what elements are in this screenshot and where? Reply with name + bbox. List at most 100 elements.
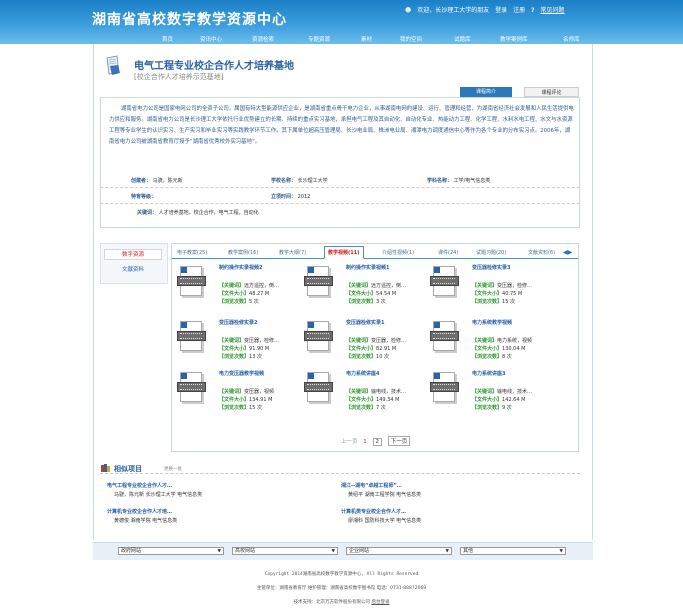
views-value: 5 次 [249, 299, 259, 305]
resource-item[interactable]: 变压器检修实录1 【关键词】变压器，检修… 【文件大小】82.91 M 【浏览次数】1… [304, 318, 430, 363]
nav-search[interactable]: 资源检索 [252, 35, 274, 43]
similar-item[interactable]: 计算机类专业校企合作人才… 廖湘科 国防科技大学 电气信息类 [338, 508, 570, 534]
register-link[interactable]: 注册 [513, 7, 525, 14]
video-file-icon[interactable] [177, 369, 206, 405]
similar-item-title[interactable]: 电气工程专业校企合作人才… [107, 482, 172, 489]
video-file-icon[interactable] [304, 318, 333, 354]
views-value: 9 次 [502, 405, 512, 411]
similar-item-title[interactable]: 计算机类专业校企合作人才… [341, 508, 406, 515]
resource-item[interactable]: 电力系统讲座3 【关键词】输电线，技术… 【文件大小】142.64 M 【浏览次数】9… [430, 369, 556, 414]
creator-value: 马骁，陈元新 [152, 178, 183, 184]
similar-item[interactable]: 湘江--湖电“卓越工程师”… 黄绍平 湖南工程学院 电气信息类 [338, 482, 570, 508]
resource-item[interactable]: 电力系统教学视频 【关键词】电力系统，视频 【文件大小】130.04 M 【浏览次数】… [430, 318, 556, 363]
resource-title[interactable]: 电力系统讲座4 [346, 370, 379, 377]
resource-keywords: 【关键词】变压器，检修… [472, 282, 532, 289]
video-file-icon[interactable] [304, 263, 333, 299]
resource-item[interactable]: 电力系统讲座4 【关键词】输电线，技术… 【文件大小】149.34 M 【浏览次数】7… [304, 369, 430, 414]
admin-login-link[interactable]: 后台登录 [371, 600, 389, 605]
size-value: 130.04 M [502, 346, 526, 352]
kw-label: 【关键词】 [346, 338, 372, 344]
tab-intro[interactable]: 课程简介 [460, 87, 512, 97]
nav-cases[interactable]: 教学案例库 [500, 35, 528, 43]
site-logo[interactable]: 湖南省高校数字教学资源中心 [92, 9, 287, 29]
select-univ[interactable]: 高校网站 ▼ [232, 547, 338, 555]
resource-views: 【浏览次数】15 次 [472, 298, 515, 305]
nav-home[interactable]: 首页 [162, 35, 173, 43]
select-corp[interactable]: 企业网站 ▼ [346, 547, 452, 555]
views-label: 【浏览次数】 [472, 354, 503, 360]
rtab-video[interactable]: 教学视频(11) [324, 246, 364, 259]
similar-change[interactable]: 更换一批 [164, 466, 182, 472]
rtab-lecture[interactable]: 电子教案(25) [177, 249, 207, 256]
resource-title[interactable]: 变压器检修实录1 [346, 319, 384, 326]
resource-item[interactable]: 制约操作实录视频2 【关键词】远方遥控，倒… 【文件大小】48.27 M 【浏览次数】… [177, 263, 303, 308]
select-gov[interactable]: 政府网站 ▼ [118, 547, 224, 555]
resource-title[interactable]: 电力系统讲座3 [472, 370, 505, 377]
next-page[interactable]: 下一页 [387, 436, 411, 446]
similar-item-title[interactable]: 计算机专业校企合作人才培… [107, 508, 172, 515]
resource-title[interactable]: 变压器检修实录2 [219, 319, 257, 326]
rtab-exercises[interactable]: 试题习题(20) [476, 249, 506, 256]
resource-item[interactable]: 变压器检修实录3 【关键词】变压器，检修… 【文件大小】40.75 M 【浏览次数】1… [430, 263, 556, 308]
video-file-icon[interactable] [304, 369, 333, 405]
left-item-digital[interactable]: 数字资源 [104, 249, 162, 260]
video-file-icon[interactable] [430, 263, 459, 299]
resource-size: 【文件大小】48.27 M [219, 290, 269, 297]
nav-exams[interactable]: 试题库 [454, 35, 471, 43]
rtab-literature[interactable]: 文献资料(6) [528, 249, 555, 256]
resource-views: 【浏览次数】5 次 [219, 298, 259, 305]
page-1[interactable]: 1 [363, 439, 367, 445]
video-file-icon[interactable] [430, 318, 459, 354]
similar-item[interactable]: 计算机专业校企合作人才培… 黄德俊 湘南学院 电气信息类 [104, 508, 336, 534]
resource-views: 【浏览次数】10 次 [346, 353, 389, 360]
kw-label: 【关键词】 [346, 389, 372, 395]
pagination: 上一页 1 2 下一页 [341, 436, 414, 446]
views-label: 【浏览次数】 [472, 405, 503, 411]
nav-myspace[interactable]: 我的空间 [400, 35, 422, 43]
divider [100, 203, 580, 204]
views-value: 15 次 [249, 405, 262, 411]
select-other[interactable]: 其他 ▼ [460, 547, 566, 555]
similar-item[interactable]: 电气工程专业校企合作人才… 马骁，陈元新 长沙理工大学 电气信息类 [104, 482, 336, 508]
kw-label: 【关键词】 [219, 338, 245, 344]
tech-support: 技术支持：北京万方软件股份有限公司 [293, 600, 371, 605]
prev-page[interactable]: 上一页 [341, 437, 358, 445]
resource-title[interactable]: 制约操作实录视频1 [346, 264, 389, 271]
tab-scroll-arrows[interactable]: ◀▶ [563, 249, 572, 256]
resource-keywords: 【关键词】变压器，视频 [219, 388, 274, 395]
rtab-syllabus[interactable]: 教学大纲(7) [279, 249, 306, 256]
dropdown-icon: ▼ [559, 549, 563, 554]
page-subtitle: [校企合作人才培养示范基地] [134, 73, 224, 81]
video-file-icon[interactable] [177, 263, 206, 299]
resource-title[interactable]: 变压器检修实录3 [472, 264, 510, 271]
nav-topics[interactable]: 专题资源 [308, 35, 330, 43]
page-title: 电气工程专业校企合作人才培养基地 [134, 61, 294, 72]
resource-title[interactable]: 电力变压器教学视频 [219, 370, 264, 377]
resource-keywords: 【关键词】变压器，检修… [346, 337, 406, 344]
meta-school: 学校名称： 长沙理工大学 [271, 177, 328, 184]
similar-item-meta: 黄德俊 湘南学院 电气信息类 [114, 518, 178, 524]
resource-item[interactable]: 变压器检修实录2 【关键词】变压器，检修… 【文件大小】91.90 M 【浏览次数】1… [177, 318, 303, 363]
resource-title[interactable]: 电力系统教学视频 [472, 319, 512, 326]
page-2[interactable]: 2 [372, 438, 383, 446]
left-item-docs[interactable]: 文献资料 [104, 265, 162, 273]
login-link[interactable]: 登录 [495, 7, 507, 14]
nav-teachers[interactable]: 名师库 [563, 35, 580, 43]
resource-keywords: 【关键词】远方遥控，倒… [219, 282, 279, 289]
resource-size: 【文件大小】142.64 M [472, 396, 525, 403]
video-file-icon[interactable] [177, 318, 206, 354]
rtab-courseware[interactable]: 课件(24) [438, 249, 458, 256]
resource-item[interactable]: 制约操作实录视频1 【关键词】远方遥控，倒… 【文件大小】54.54 M 【浏览次数】… [304, 263, 430, 308]
similar-item-title[interactable]: 湘江--湖电“卓越工程师”… [341, 482, 402, 489]
tab-comments[interactable]: 课程评论 [524, 87, 579, 97]
resource-item[interactable]: 电力变压器教学视频 【关键词】变压器，视频 【文件大小】134.91 M 【浏览次数】… [177, 369, 303, 414]
resource-title[interactable]: 制约操作实录视频2 [219, 264, 262, 271]
views-value: 7 次 [376, 405, 386, 411]
video-file-icon[interactable] [430, 369, 459, 405]
rtab-intro-video[interactable]: 介绍性视频(1) [382, 249, 414, 256]
nav-materials[interactable]: 素材 [361, 35, 372, 43]
rtab-cases[interactable]: 教学案例(16) [228, 249, 258, 256]
size-label: 【文件大小】 [346, 291, 377, 297]
nav-news[interactable]: 资讯中心 [200, 35, 222, 43]
help-link[interactable]: 常见问题 [540, 7, 564, 14]
